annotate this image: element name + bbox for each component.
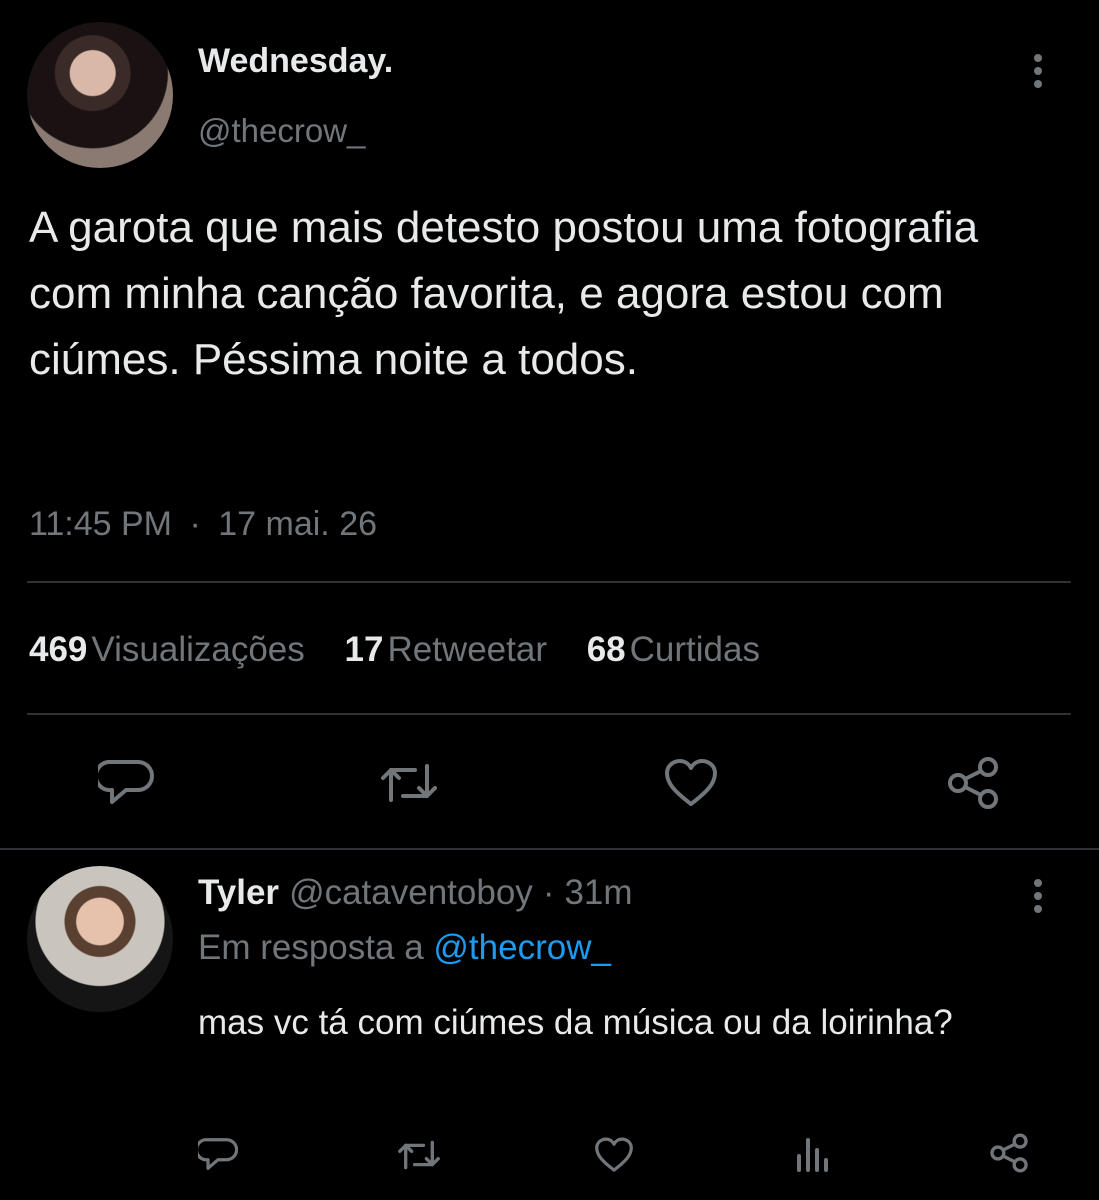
views-count: 469 — [29, 630, 88, 669]
divider — [27, 713, 1071, 715]
reply-retweet-button[interactable] — [397, 1138, 441, 1172]
tweet-stats: 469 Visualizações 17 Retweetar 68 Curtidas — [29, 630, 790, 670]
author-display-name[interactable]: Wednesday. — [198, 42, 393, 81]
divider — [0, 848, 1099, 850]
replying-to-prefix: Em resposta a — [198, 928, 424, 967]
reply-author-avatar[interactable] — [27, 866, 173, 1012]
heart-icon — [595, 1137, 633, 1172]
timestamp-separator: · — [189, 505, 201, 543]
likes-count: 68 — [586, 630, 626, 669]
retweet-icon — [381, 764, 437, 802]
retweets-stat[interactable]: 17 Retweetar — [345, 630, 577, 669]
retweets-count: 17 — [344, 630, 384, 669]
author-handle[interactable]: @thecrow_ — [198, 112, 365, 150]
share-button[interactable] — [945, 756, 1001, 810]
views-label: Visualizações — [91, 630, 305, 669]
heart-icon — [665, 759, 717, 806]
retweets-label: Retweetar — [387, 630, 547, 669]
comment-icon — [98, 760, 154, 804]
tweet-timestamp[interactable]: 11:45 PM · 17 mai. 26 — [29, 505, 377, 544]
reply-more-options-button[interactable] — [1034, 879, 1048, 918]
more-icon — [1034, 879, 1042, 887]
tweet-date: 17 mai. 26 — [218, 505, 378, 543]
author-avatar[interactable] — [27, 22, 173, 168]
more-options-button[interactable] — [1034, 54, 1048, 93]
reply-button[interactable] — [98, 756, 154, 808]
views-stat[interactable]: 469 Visualizações — [29, 630, 335, 669]
tweet-text: A garota que mais detesto postou uma fot… — [29, 203, 979, 384]
like-button[interactable] — [664, 758, 718, 808]
replying-to: Em resposta a @thecrow_ — [198, 928, 611, 968]
comment-icon — [198, 1138, 238, 1170]
reply-like-button[interactable] — [594, 1137, 634, 1173]
divider — [27, 581, 1071, 583]
reply-author-handle[interactable]: @cataventoboy — [289, 873, 533, 912]
reply-age[interactable]: 31m — [564, 873, 632, 912]
reply-share-button[interactable] — [988, 1133, 1030, 1173]
analytics-icon — [797, 1138, 828, 1172]
reply-separator: · — [542, 873, 555, 912]
share-icon — [990, 1133, 1028, 1173]
retweet-icon — [398, 1140, 440, 1170]
reply-author-name[interactable]: Tyler — [198, 873, 279, 912]
likes-label: Curtidas — [629, 630, 760, 669]
more-icon — [1034, 54, 1042, 62]
reply-header: Tyler @cataventoboy · 31m — [198, 873, 633, 913]
replying-to-handle[interactable]: @thecrow_ — [433, 928, 611, 967]
reply-text: mas vc tá com ciúmes da música ou da loi… — [198, 1003, 953, 1042]
reply-analytics-button[interactable] — [793, 1136, 831, 1172]
retweet-button[interactable] — [380, 760, 438, 806]
likes-stat[interactable]: 68 Curtidas — [587, 630, 790, 669]
tweet-time: 11:45 PM — [29, 505, 173, 543]
reply-comment-button[interactable] — [198, 1135, 238, 1173]
share-icon — [948, 757, 998, 809]
